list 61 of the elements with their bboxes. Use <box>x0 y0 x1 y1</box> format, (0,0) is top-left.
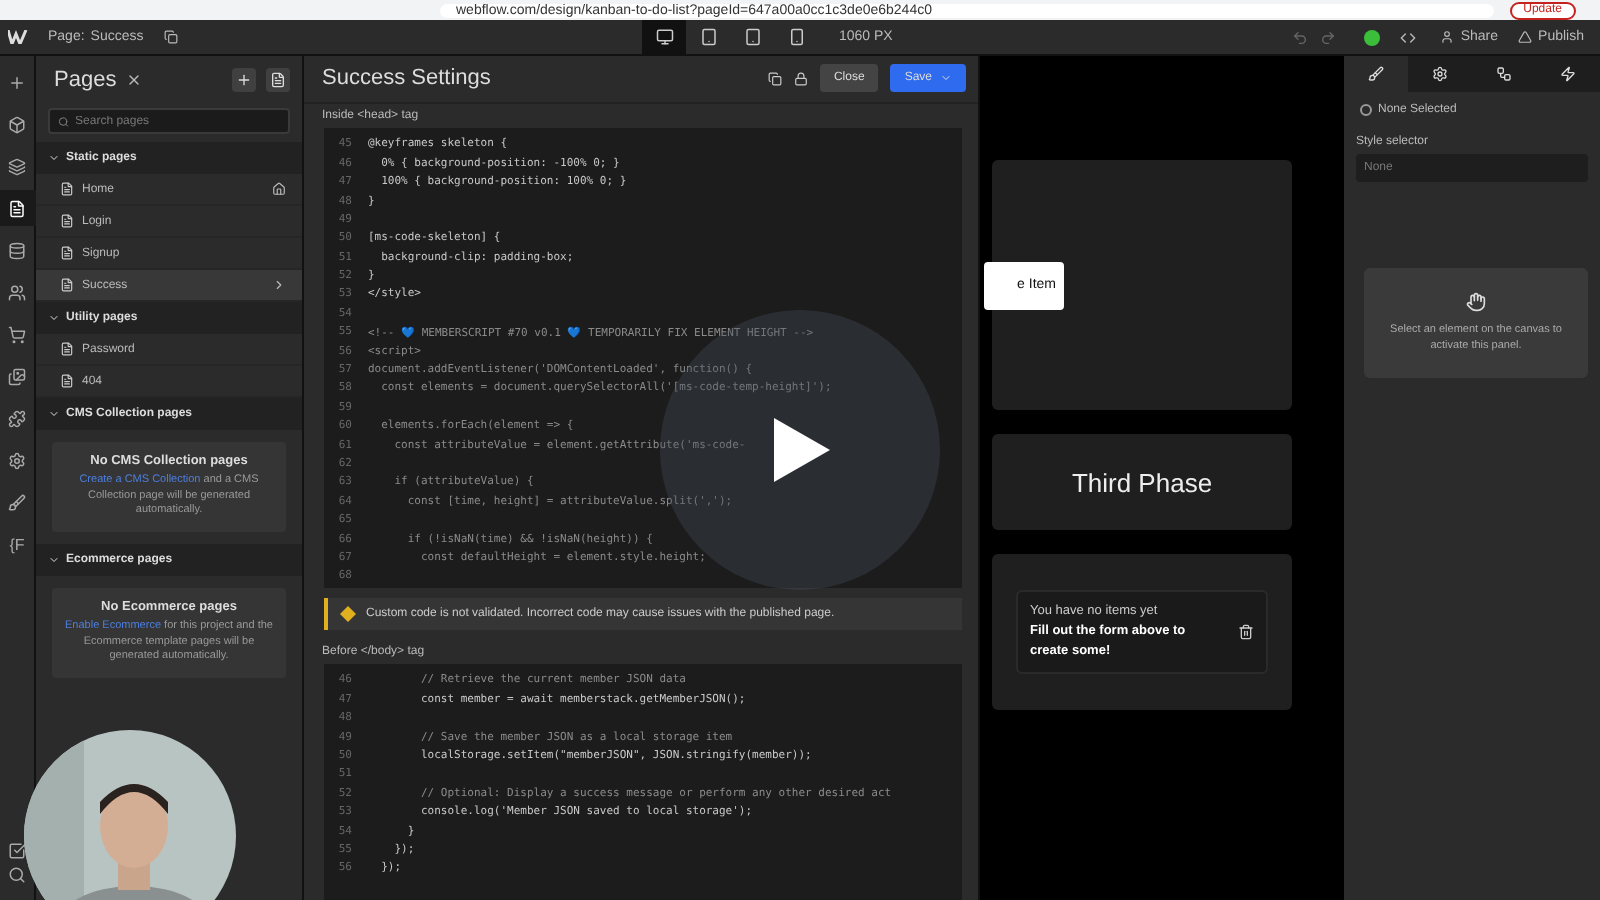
caret-icon[interactable] <box>48 152 60 164</box>
page-icon <box>60 214 74 228</box>
puzzle-icon <box>8 409 26 427</box>
cart-icon <box>8 325 26 343</box>
undo-icon[interactable] <box>1292 29 1309 45</box>
settings-icon <box>1432 66 1448 82</box>
chevron-icon[interactable] <box>272 278 286 292</box>
brush-icon <box>1368 66 1384 82</box>
page-icon <box>60 246 74 260</box>
copy-icon[interactable] <box>163 30 178 44</box>
add-icon <box>8 73 26 91</box>
page-icon <box>60 278 74 292</box>
page-icon <box>8 199 26 217</box>
check-icon[interactable] <box>8 842 26 860</box>
panel-tab[interactable] <box>1536 56 1600 92</box>
phone-icon <box>787 28 806 46</box>
layers-icon <box>8 157 26 175</box>
add-folder-button[interactable] <box>232 68 256 92</box>
hand-icon <box>1466 292 1486 312</box>
settings-title: Success Settings <box>322 66 491 91</box>
page-icon <box>60 342 74 356</box>
search-icon[interactable] <box>8 866 26 884</box>
plus-icon <box>236 72 252 88</box>
monitor-icon <box>655 28 674 46</box>
settings-icon <box>8 451 26 469</box>
lock-icon[interactable] <box>793 71 808 86</box>
copy-icon[interactable] <box>767 71 782 86</box>
images-icon <box>8 367 26 385</box>
panel-title: Pages <box>54 68 117 92</box>
logo-icon[interactable] <box>8 30 28 44</box>
database-icon <box>8 241 26 259</box>
code-icon[interactable] <box>1400 29 1417 45</box>
tablet-icon <box>699 28 718 46</box>
caret-icon[interactable] <box>48 312 60 324</box>
tablet-icon <box>743 28 762 46</box>
rail-button[interactable]: {F <box>0 526 35 562</box>
users-icon <box>8 283 26 301</box>
phase-heading: Third Phase <box>1071 467 1213 497</box>
device-button[interactable] <box>642 19 687 55</box>
user-icon <box>1440 30 1455 44</box>
add-page-button[interactable] <box>266 68 290 92</box>
page-icon <box>60 182 74 196</box>
trash-icon[interactable] <box>1238 624 1254 640</box>
brush-icon <box>8 493 26 511</box>
code-editor[interactable] <box>324 127 962 589</box>
triangle-icon <box>1518 30 1533 44</box>
redo-icon[interactable] <box>1320 29 1337 45</box>
caret-icon[interactable] <box>48 554 60 567</box>
cube-icon <box>8 115 26 133</box>
caret-icon <box>940 72 952 85</box>
page-icon <box>270 72 286 88</box>
nodes-icon <box>1496 66 1512 82</box>
close-icon[interactable] <box>126 72 143 88</box>
page-icon <box>60 374 74 388</box>
status-dot <box>1364 29 1381 45</box>
warning-icon <box>340 605 356 622</box>
bolt-icon <box>1560 66 1576 82</box>
radio-icon <box>1360 104 1372 116</box>
panel-tab[interactable] <box>1408 56 1472 92</box>
search-icon <box>58 115 70 127</box>
caret-icon[interactable] <box>48 408 60 420</box>
